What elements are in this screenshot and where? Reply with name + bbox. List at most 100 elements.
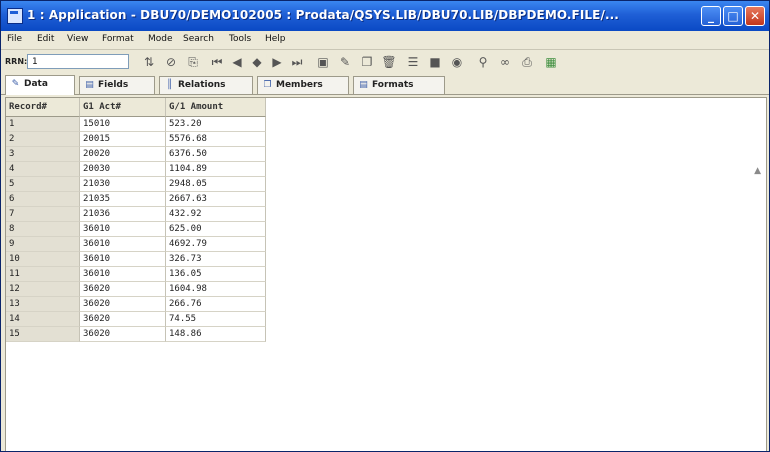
next-icon[interactable]: ▶ (269, 54, 285, 70)
menu-mode[interactable]: Mode (148, 34, 173, 44)
copy-icon[interactable]: ⎘ (185, 54, 201, 70)
edit-icon[interactable]: ✎ (337, 54, 353, 70)
record-cell[interactable]: 12 (6, 282, 80, 297)
sort-icon[interactable]: ⇅ (141, 54, 157, 70)
account-cell[interactable]: 36010 (80, 237, 166, 252)
tab-data[interactable]: ✎ Data (5, 75, 75, 95)
header-amount[interactable]: G/1 Amount (166, 98, 266, 117)
delete-icon[interactable]: 🗑 (381, 54, 397, 70)
account-cell[interactable]: 36020 (80, 312, 166, 327)
close-button[interactable]: ✕ (745, 6, 765, 26)
amount-cell[interactable]: 4692.79 (166, 237, 266, 252)
record-cell[interactable]: 9 (6, 237, 80, 252)
fields-tab-icon: ▤ (85, 80, 94, 90)
find-icon[interactable]: ⚲ (475, 54, 491, 70)
menu-edit[interactable]: Edit (37, 34, 54, 44)
amount-cell[interactable]: 2667.63 (166, 192, 266, 207)
data-icon: ✎ (11, 79, 20, 89)
duplicate-icon[interactable]: ❐ (359, 54, 375, 70)
print-icon[interactable]: ⎙ (519, 54, 535, 70)
binoculars-icon[interactable]: ∞ (497, 54, 513, 70)
account-cell[interactable]: 20015 (80, 132, 166, 147)
tab-formats[interactable]: ▤ Formats (353, 76, 445, 94)
fields-icon[interactable]: ☰ (405, 54, 421, 70)
record-cell[interactable]: 1 (6, 117, 80, 132)
menu-search[interactable]: Search (183, 34, 214, 44)
amount-cell[interactable]: 432.92 (166, 207, 266, 222)
record-cell[interactable]: 11 (6, 267, 80, 282)
menu-bar: File Edit View Format Mode Search Tools … (1, 31, 769, 50)
amount-cell[interactable]: 1104.89 (166, 162, 266, 177)
header-account[interactable]: G1 Act# (80, 98, 166, 117)
last-icon[interactable]: ⏭ (289, 54, 305, 70)
menu-format[interactable]: Format (102, 34, 134, 44)
title-bar[interactable]: 1 : Application - DBU70/DEMO102005 : Pro… (1, 1, 769, 31)
tab-members-label: Members (276, 80, 323, 90)
amount-cell[interactable]: 5576.68 (166, 132, 266, 147)
amount-cell[interactable]: 625.00 (166, 222, 266, 237)
record-cell[interactable]: 10 (6, 252, 80, 267)
amount-cell[interactable]: 74.55 (166, 312, 266, 327)
scroll-up-icon[interactable]: ▲ (754, 166, 761, 176)
amount-cell[interactable]: 2948.05 (166, 177, 266, 192)
record-cell[interactable]: 4 (6, 162, 80, 177)
amount-cell[interactable]: 6376.50 (166, 147, 266, 162)
amount-cell[interactable]: 326.73 (166, 252, 266, 267)
tab-members[interactable]: ❐ Members (257, 76, 349, 94)
sheet-icon[interactable]: ▦ (543, 54, 559, 70)
app-icon[interactable] (7, 8, 23, 24)
tab-relations-label: Relations (178, 80, 226, 90)
account-cell[interactable]: 36010 (80, 252, 166, 267)
amount-cell[interactable]: 523.20 (166, 117, 266, 132)
members-icon: ❐ (263, 80, 272, 90)
view-icon[interactable]: ◉ (449, 54, 465, 70)
tab-fields-label: Fields (98, 80, 129, 90)
account-cell[interactable]: 36020 (80, 282, 166, 297)
maximize-button[interactable]: □ (723, 6, 743, 26)
tab-data-label: Data (24, 79, 48, 89)
menu-view[interactable]: View (67, 34, 88, 44)
amount-cell[interactable]: 136.05 (166, 267, 266, 282)
record-cell[interactable]: 13 (6, 297, 80, 312)
header-record[interactable]: Record# (6, 98, 80, 117)
first-icon[interactable]: ⏮ (209, 54, 225, 70)
account-cell[interactable]: 21035 (80, 192, 166, 207)
previous-icon[interactable]: ◀ (229, 54, 245, 70)
record-cell[interactable]: 2 (6, 132, 80, 147)
data-grid-panel: Record# G1 Act# G/1 Amount 1 15010 523.20 2… (5, 97, 767, 451)
record-cell[interactable]: 8 (6, 222, 80, 237)
amount-cell[interactable]: 1604.98 (166, 282, 266, 297)
formats-icon: ▤ (359, 80, 368, 90)
record-cell[interactable]: 14 (6, 312, 80, 327)
record-cell[interactable]: 5 (6, 177, 80, 192)
window-title: 1 : Application - DBU70/DEMO102005 : Pro… (27, 8, 619, 22)
rrn-input[interactable]: 1 (27, 54, 129, 69)
tab-relations[interactable]: ║ Relations (159, 76, 253, 94)
record-cell[interactable]: 15 (6, 327, 80, 342)
record-cell[interactable]: 3 (6, 147, 80, 162)
account-cell[interactable]: 36020 (80, 327, 166, 342)
menu-tools[interactable]: Tools (229, 34, 251, 44)
filter-icon[interactable]: ⊘ (163, 54, 179, 70)
tab-formats-label: Formats (372, 80, 414, 90)
grid-icon[interactable]: ■ (427, 54, 443, 70)
menu-file[interactable]: File (7, 34, 22, 44)
position-icon[interactable]: ◆ (249, 54, 265, 70)
save-icon[interactable]: ▣ (315, 54, 331, 70)
record-cell[interactable]: 7 (6, 207, 80, 222)
account-cell[interactable]: 20030 (80, 162, 166, 177)
account-cell[interactable]: 20020 (80, 147, 166, 162)
minimize-button[interactable]: _ (701, 6, 721, 26)
menu-help[interactable]: Help (265, 34, 286, 44)
account-cell[interactable]: 21036 (80, 207, 166, 222)
account-cell[interactable]: 36010 (80, 267, 166, 282)
tab-fields[interactable]: ▤ Fields (79, 76, 155, 94)
amount-cell[interactable]: 266.76 (166, 297, 266, 312)
account-cell[interactable]: 36010 (80, 222, 166, 237)
account-cell[interactable]: 15010 (80, 117, 166, 132)
rrn-label: RRN: (5, 57, 28, 66)
account-cell[interactable]: 36020 (80, 297, 166, 312)
record-cell[interactable]: 6 (6, 192, 80, 207)
amount-cell[interactable]: 148.86 (166, 327, 266, 342)
account-cell[interactable]: 21030 (80, 177, 166, 192)
